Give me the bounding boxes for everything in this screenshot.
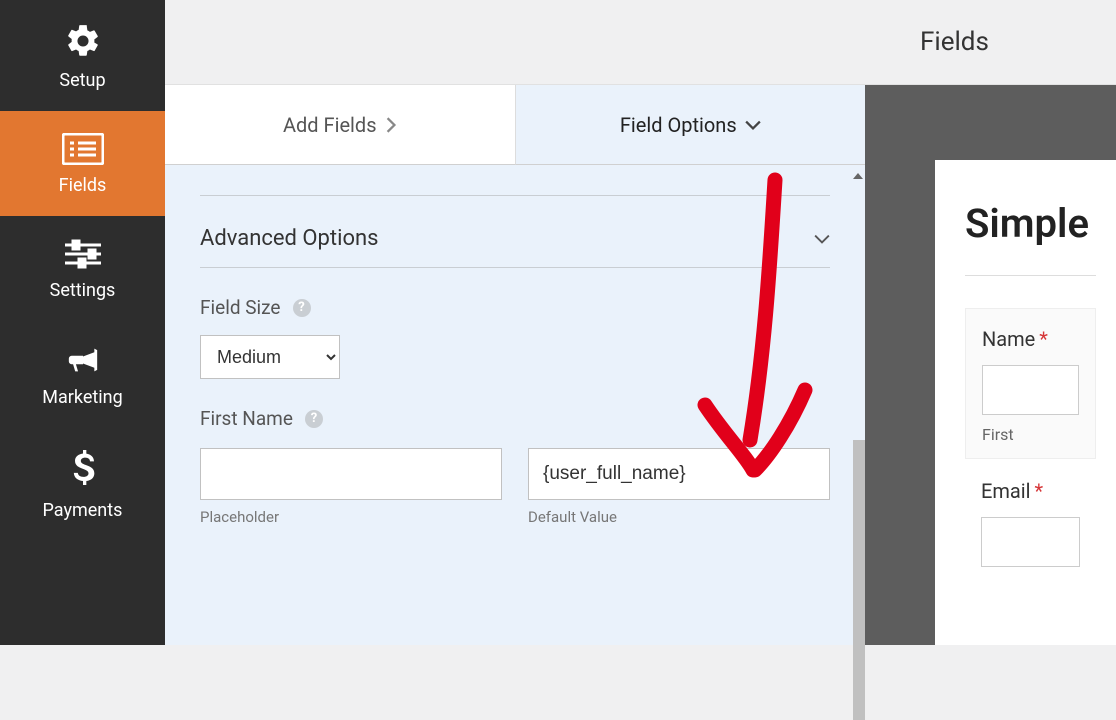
sidebar: Setup Fields Settings Marketing Payments — [0, 0, 165, 645]
default-value-input[interactable] — [528, 448, 830, 500]
first-name-label-row: First Name ? — [200, 407, 830, 430]
sidebar-item-marketing[interactable]: Marketing — [0, 321, 165, 428]
scrollbar[interactable] — [851, 85, 865, 645]
sidebar-item-fields[interactable]: Fields — [0, 111, 165, 216]
required-asterisk: * — [1039, 327, 1048, 351]
first-name-inputs: Placeholder Default Value — [200, 448, 830, 526]
field-size-label: Field Size — [200, 296, 281, 319]
divider — [200, 195, 830, 196]
tab-label: Add Fields — [283, 113, 377, 137]
help-icon[interactable]: ? — [305, 410, 323, 428]
first-sublabel: First — [982, 425, 1079, 444]
gear-icon — [64, 22, 102, 60]
chevron-down-icon — [814, 233, 830, 245]
sidebar-item-label: Setup — [59, 70, 105, 91]
tab-add-fields[interactable]: Add Fields — [165, 85, 516, 165]
field-size-select[interactable]: Medium — [200, 335, 340, 379]
list-icon — [62, 133, 104, 165]
email-label-text: Email — [981, 479, 1031, 503]
form-field-name[interactable]: Name * First — [965, 308, 1096, 459]
sliders-icon — [63, 238, 103, 270]
name-label: Name * — [982, 327, 1079, 351]
placeholder-input[interactable] — [200, 448, 502, 500]
scroll-thumb[interactable] — [853, 440, 865, 720]
sidebar-item-settings[interactable]: Settings — [0, 216, 165, 321]
help-icon[interactable]: ? — [293, 299, 311, 317]
panel-top-spacer — [165, 0, 865, 85]
field-size-label-row: Field Size ? — [200, 296, 830, 319]
scroll-up-icon — [853, 173, 863, 179]
name-label-text: Name — [982, 327, 1035, 351]
form-field-email[interactable]: Email * — [965, 479, 1096, 567]
right-header-title: Fields — [920, 27, 989, 57]
default-value-caption: Default Value — [528, 508, 830, 526]
sidebar-item-payments[interactable]: Payments — [0, 428, 165, 541]
form-title: Simple — [965, 200, 1096, 276]
email-label: Email * — [981, 479, 1080, 503]
chevron-down-icon — [745, 119, 761, 131]
required-asterisk: * — [1035, 479, 1044, 503]
first-name-label: First Name — [200, 407, 293, 430]
field-options-body: Advanced Options Field Size ? Medium Fir… — [165, 165, 865, 645]
name-first-input[interactable] — [982, 365, 1079, 415]
tab-field-options[interactable]: Field Options — [516, 85, 866, 165]
sidebar-item-label: Marketing — [42, 387, 122, 408]
advanced-options-header[interactable]: Advanced Options — [200, 216, 830, 268]
main: Add Fields Field Options Advanced Option… — [165, 0, 1116, 645]
left-panel: Add Fields Field Options Advanced Option… — [165, 0, 865, 645]
sidebar-item-setup[interactable]: Setup — [0, 0, 165, 111]
chevron-right-icon — [385, 117, 397, 133]
email-input[interactable] — [981, 517, 1080, 567]
tab-label: Field Options — [620, 113, 737, 137]
form-preview: Simple Name * First Email * — [935, 160, 1116, 645]
placeholder-caption: Placeholder — [200, 508, 502, 526]
tabs: Add Fields Field Options — [165, 85, 865, 165]
section-title: Advanced Options — [200, 226, 379, 251]
dollar-icon — [70, 450, 96, 490]
right-header: Fields — [865, 0, 1116, 85]
bullhorn-icon — [63, 343, 103, 377]
sidebar-item-label: Settings — [50, 280, 116, 301]
sidebar-item-label: Fields — [59, 175, 107, 196]
right-panel: Fields Simple Name * First Email * — [865, 0, 1116, 645]
sidebar-item-label: Payments — [43, 500, 123, 521]
